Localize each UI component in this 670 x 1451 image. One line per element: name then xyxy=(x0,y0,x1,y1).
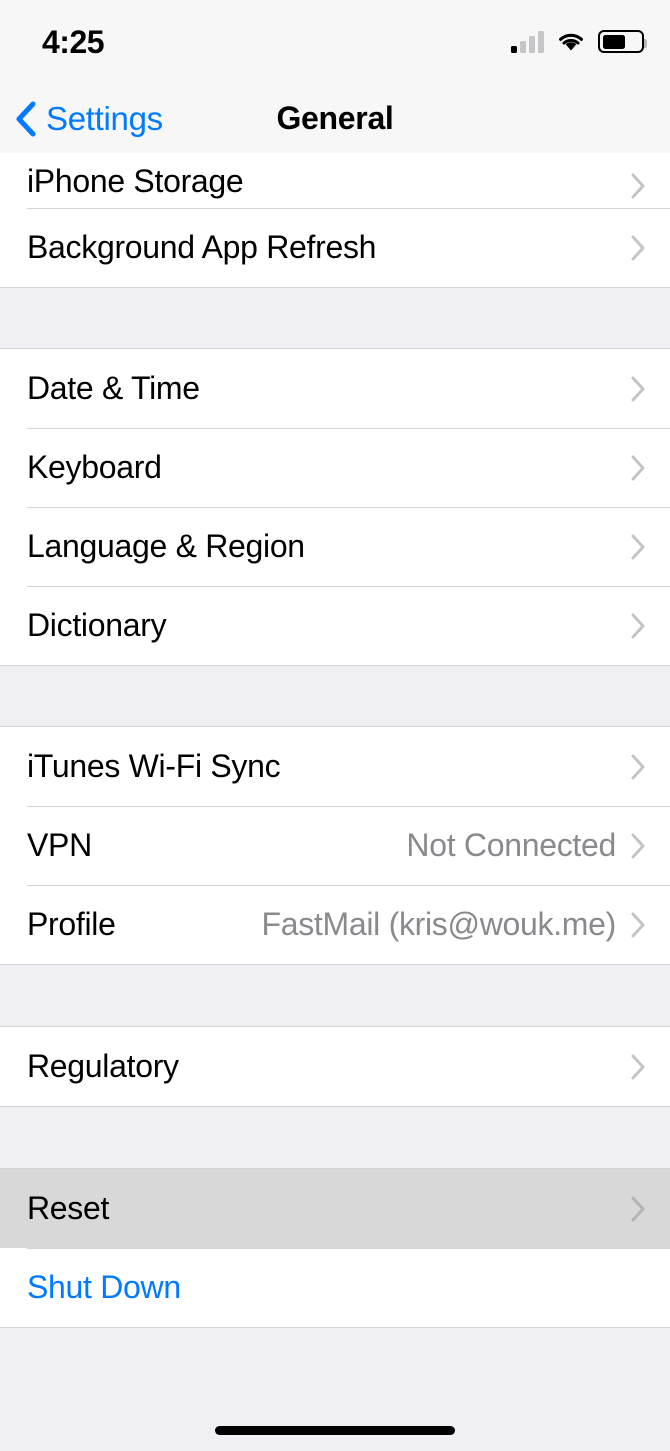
row-label: Reset xyxy=(27,1190,110,1226)
chevron-right-icon xyxy=(631,455,645,480)
row-value: Not Connected xyxy=(406,827,616,863)
list-item[interactable]: iTunes Wi-Fi Sync xyxy=(0,727,670,806)
section-gap xyxy=(0,965,670,1026)
section-gap xyxy=(0,666,670,726)
row-label: Background App Refresh xyxy=(27,229,377,265)
storage-section: iPhone Storage Background App Refresh xyxy=(0,153,670,288)
row-accessory xyxy=(630,375,646,403)
reset-section: Reset Shut Down xyxy=(0,1168,670,1328)
section-gap xyxy=(0,288,670,348)
row-accessory xyxy=(630,1195,646,1223)
navigation-bar: Settings General xyxy=(0,84,670,153)
chevron-right-icon xyxy=(631,235,645,260)
page-title: General xyxy=(276,100,394,136)
row-label: Keyboard xyxy=(27,449,162,485)
row-accessory xyxy=(630,753,646,781)
row-label: Regulatory xyxy=(27,1048,179,1084)
list-item[interactable]: Date & Time xyxy=(0,349,670,428)
row-label: Dictionary xyxy=(27,607,167,643)
row-accessory xyxy=(630,172,646,200)
network-section: iTunes Wi-Fi Sync VPN Not Connected Prof xyxy=(0,726,670,965)
row-value: FastMail (kris@wouk.me) xyxy=(261,906,616,942)
status-bar: 4:25 xyxy=(0,0,670,84)
row-accessory: Not Connected xyxy=(406,827,646,864)
row-label: Profile xyxy=(27,906,116,942)
list-item[interactable]: iPhone Storage xyxy=(0,153,670,208)
row-label: iTunes Wi-Fi Sync xyxy=(27,748,281,784)
row-accessory xyxy=(630,612,646,640)
row-accessory xyxy=(630,1053,646,1081)
row-accessory xyxy=(630,234,646,262)
chevron-right-icon xyxy=(631,376,645,401)
row-label: Date & Time xyxy=(27,370,200,406)
home-indicator-bar xyxy=(215,1426,455,1435)
chevron-right-icon xyxy=(631,1196,645,1221)
iphone-screen: 4:25 Settings General iPhone Storage Bac… xyxy=(0,0,670,1451)
row-label: iPhone Storage xyxy=(27,163,244,199)
chevron-right-icon xyxy=(631,613,645,638)
list-item[interactable]: Keyboard xyxy=(0,428,670,507)
chevron-right-icon xyxy=(631,173,645,199)
shut-down-row[interactable]: Shut Down xyxy=(0,1248,670,1327)
status-bar-indicators xyxy=(511,30,647,53)
list-item[interactable]: Regulatory xyxy=(0,1027,670,1106)
list-item[interactable]: Profile FastMail (kris@wouk.me) xyxy=(0,885,670,964)
row-label: Language & Region xyxy=(27,528,305,564)
wifi-icon xyxy=(559,33,583,50)
reset-row[interactable]: Reset xyxy=(0,1169,670,1248)
chevron-right-icon xyxy=(631,833,645,858)
list-item[interactable]: Language & Region xyxy=(0,507,670,586)
cellular-signal-icon xyxy=(511,30,544,53)
row-label: VPN xyxy=(27,827,92,863)
chevron-right-icon xyxy=(631,1054,645,1079)
row-accessory xyxy=(630,533,646,561)
list-item[interactable]: VPN Not Connected xyxy=(0,806,670,885)
chevron-right-icon xyxy=(631,754,645,779)
battery-icon xyxy=(598,30,647,53)
chevron-right-icon xyxy=(631,534,645,559)
row-label: Shut Down xyxy=(27,1269,181,1305)
regulatory-section: Regulatory xyxy=(0,1026,670,1107)
row-accessory xyxy=(630,454,646,482)
list-item[interactable]: Background App Refresh xyxy=(0,208,670,287)
list-item[interactable]: Dictionary xyxy=(0,586,670,665)
settings-list[interactable]: iPhone Storage Background App Refresh Da… xyxy=(0,153,670,1451)
row-accessory: FastMail (kris@wouk.me) xyxy=(261,906,646,943)
status-bar-clock: 4:25 xyxy=(42,24,105,60)
locale-section: Date & Time Keyboard Language & Region D… xyxy=(0,348,670,666)
chevron-right-icon xyxy=(631,912,645,937)
section-gap xyxy=(0,1107,670,1168)
